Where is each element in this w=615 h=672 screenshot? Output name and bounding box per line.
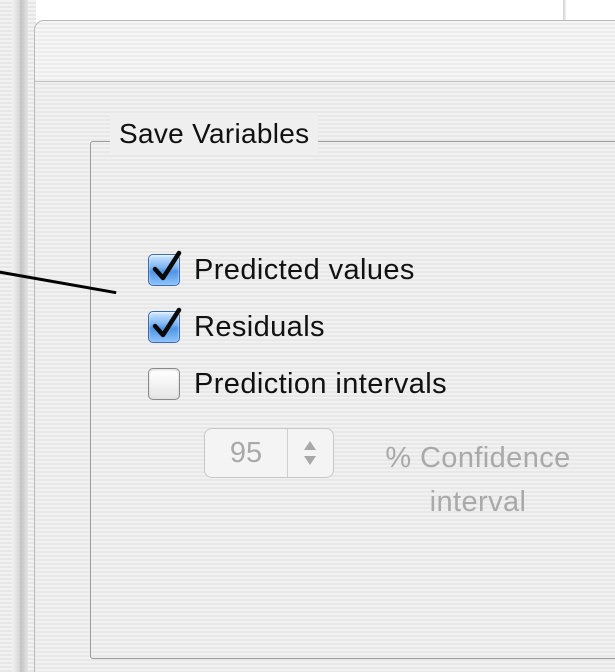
checkbox-checked[interactable] [148, 250, 182, 286]
dialog-screenshot: Save Variables Predicted values Residual… [0, 0, 615, 672]
confidence-stepper[interactable]: 95 [204, 428, 334, 478]
chevron-down-icon[interactable] [304, 456, 316, 465]
confidence-label: % Confidence interval [362, 436, 594, 524]
window-top-strip [36, 0, 615, 22]
prediction-intervals-label: Prediction intervals [194, 367, 447, 400]
chevron-up-icon[interactable] [304, 441, 316, 450]
confidence-value[interactable]: 95 [205, 429, 288, 477]
confidence-label-line1: % Confidence [385, 442, 571, 474]
checkbox-checked[interactable] [148, 307, 182, 343]
tab-bar [35, 21, 615, 82]
checkbox-unchecked[interactable] [148, 368, 180, 400]
window-left-shadow [12, 0, 28, 672]
predicted-values-checkbox[interactable]: Predicted values [148, 249, 415, 291]
stepper-arrows[interactable] [289, 429, 333, 477]
residuals-label: Residuals [194, 310, 325, 343]
top-divider [563, 0, 566, 22]
group-title: Save Variables [110, 114, 319, 154]
checkmark-icon [152, 250, 182, 281]
confidence-label-line2: interval [429, 486, 527, 518]
prediction-intervals-checkbox[interactable]: Prediction intervals [148, 363, 447, 405]
predicted-values-label: Predicted values [194, 253, 415, 286]
residuals-checkbox[interactable]: Residuals [148, 306, 325, 348]
checkmark-icon [152, 307, 182, 338]
